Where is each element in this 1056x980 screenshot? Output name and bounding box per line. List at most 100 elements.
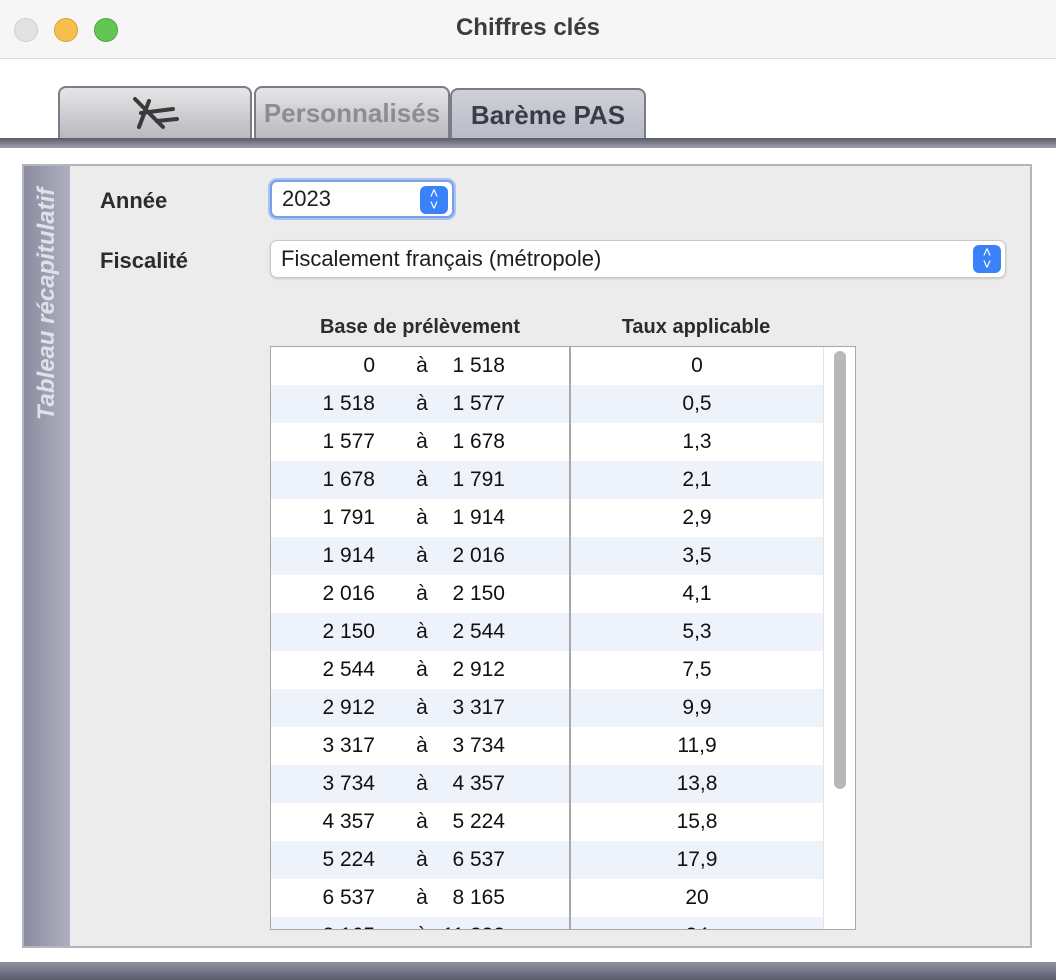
base-from-cell: 1 791	[322, 506, 375, 529]
scrollbar-thumb[interactable]	[834, 351, 846, 789]
base-from-cell: 6 537	[322, 886, 375, 909]
base-from-cell: 1 678	[322, 468, 375, 491]
base-from-cell: 1 914	[322, 544, 375, 567]
rate-cell: 2,1	[682, 468, 712, 491]
rate-cell: 0	[691, 354, 703, 377]
rate-cell: 17,9	[676, 848, 718, 871]
sidebar-label: Tableau récapitulatif	[33, 187, 60, 421]
base-from-cell: 2 544	[322, 658, 375, 681]
rate-cell: 4,1	[682, 582, 712, 605]
rate-cell: 5,3	[682, 620, 712, 643]
summary-panel: Tableau récapitulatif Année 2023 ˄ ˅ Fisc…	[22, 164, 1032, 948]
range-separator: à	[416, 506, 428, 529]
year-label: Année	[100, 188, 168, 213]
base-from-cell: 2 150	[322, 620, 375, 643]
base-to-cell: 1 914	[452, 506, 505, 529]
tab-deck-chair[interactable]	[58, 86, 252, 138]
base-to-cell: 1 518	[452, 354, 505, 377]
table-row[interactable]: 2 912 à 3 317 9,9	[271, 689, 823, 727]
tax-scale-table[interactable]: 0 à 1 518 0 1 518 à 1 577 0,5 1 577 à 1 678 1,3 1 67…	[270, 346, 856, 930]
table-row[interactable]: 2 544 à 2 912 7,5	[271, 651, 823, 689]
rate-cell: 9,9	[682, 696, 712, 719]
base-to-cell: 1 678	[452, 430, 505, 453]
table-row[interactable]: 3 317 à 3 734 11,9	[271, 727, 823, 765]
tax-select-value: Fiscalement français (métropole)	[281, 246, 602, 271]
rate-cell: 15,8	[676, 810, 718, 833]
title-bar: Chiffres clés	[0, 0, 1056, 59]
table-row[interactable]: 6 537 à 8 165 20	[271, 879, 823, 917]
select-stepper-icon: ˄ ˅	[420, 186, 448, 214]
table-row[interactable]: 5 224 à 6 537 17,9	[271, 841, 823, 879]
tab-personnalises[interactable]: Personnalisés	[254, 86, 450, 138]
table-row[interactable]: 0 à 1 518 0	[271, 347, 823, 385]
base-from-cell: 8 165	[322, 917, 375, 929]
range-separator: à	[416, 468, 428, 491]
range-separator: à	[416, 620, 428, 643]
rate-cell: 7,5	[682, 658, 712, 681]
range-separator: à	[416, 886, 428, 909]
base-from-cell: 5 224	[322, 848, 375, 871]
range-separator: à	[416, 734, 428, 757]
bottom-divider	[0, 962, 1056, 980]
table-row[interactable]: 1 518 à 1 577 0,5	[271, 385, 823, 423]
table-row[interactable]: 1 577 à 1 678 1,3	[271, 423, 823, 461]
year-select[interactable]: 2023 ˄ ˅	[270, 180, 454, 218]
rate-cell: 0,5	[682, 392, 712, 415]
rate-cell: 24	[571, 917, 823, 929]
table-row[interactable]: 1 791 à 1 914 2,9	[271, 499, 823, 537]
deck-chair-icon	[133, 97, 179, 129]
base-from-cell: 4 357	[322, 810, 375, 833]
rate-cell: 11,9	[677, 734, 717, 757]
table-row[interactable]: 1 914 à 2 016 3,5	[271, 537, 823, 575]
range-separator: à	[416, 582, 428, 605]
select-stepper-icon: ˄ ˅	[973, 245, 1001, 273]
base-from-cell: 2 912	[322, 696, 375, 719]
range-separator: à	[411, 917, 433, 929]
base-to-cell: 6 537	[452, 848, 505, 871]
vertical-scrollbar[interactable]	[823, 347, 855, 929]
rate-cell: 2,9	[682, 506, 712, 529]
range-separator: à	[416, 354, 428, 377]
base-from-cell: 1 577	[322, 430, 375, 453]
base-to-cell: 2 912	[452, 658, 505, 681]
tax-select[interactable]: Fiscalement français (métropole) ˄ ˅	[270, 240, 1006, 278]
table-row[interactable]: 8 165 à 11 333 24	[271, 917, 823, 929]
column-header-base: Base de prélèvement	[319, 316, 521, 338]
base-to-cell: 5 224	[452, 810, 505, 833]
base-from-cell: 3 734	[322, 772, 375, 795]
rate-cell: 20	[685, 886, 709, 909]
tax-label: Fiscalité	[100, 248, 189, 273]
column-header-rate: Taux applicable	[621, 316, 771, 338]
table-row[interactable]: 2 150 à 2 544 5,3	[271, 613, 823, 651]
year-select-value: 2023	[282, 186, 331, 211]
table-row[interactable]: 3 734 à 4 357 13,8	[271, 765, 823, 803]
rate-cell: 13,8	[676, 772, 718, 795]
base-to-cell: 1 577	[452, 392, 505, 415]
window-title: Chiffres clés	[455, 14, 601, 41]
base-from-cell: 0	[363, 354, 375, 377]
range-separator: à	[416, 430, 428, 453]
base-to-cell: 8 165	[452, 886, 505, 909]
base-to-cell: 2 150	[452, 582, 505, 605]
range-separator: à	[416, 544, 428, 567]
base-to-cell: 11 333	[442, 917, 505, 929]
range-separator: à	[416, 848, 428, 871]
rate-cell: 1,3	[682, 430, 712, 453]
range-separator: à	[416, 658, 428, 681]
column-divider	[569, 347, 571, 929]
range-separator: à	[416, 810, 428, 833]
range-separator: à	[416, 392, 428, 415]
table-row[interactable]: 2 016 à 2 150 4,1	[271, 575, 823, 613]
base-to-cell: 3 734	[452, 734, 505, 757]
tab-bareme-pas[interactable]: Barème PAS	[450, 88, 646, 140]
tab-strip-divider	[0, 138, 1056, 148]
base-from-cell: 1 518	[322, 392, 375, 415]
base-from-cell: 3 317	[322, 734, 375, 757]
range-separator: à	[416, 772, 428, 795]
range-separator: à	[416, 696, 428, 719]
base-to-cell: 2 016	[452, 544, 505, 567]
table-row[interactable]: 4 357 à 5 224 15,8	[271, 803, 823, 841]
base-to-cell: 3 317	[452, 696, 505, 719]
table-row[interactable]: 1 678 à 1 791 2,1	[271, 461, 823, 499]
sidebar: Tableau récapitulatif	[24, 166, 70, 946]
